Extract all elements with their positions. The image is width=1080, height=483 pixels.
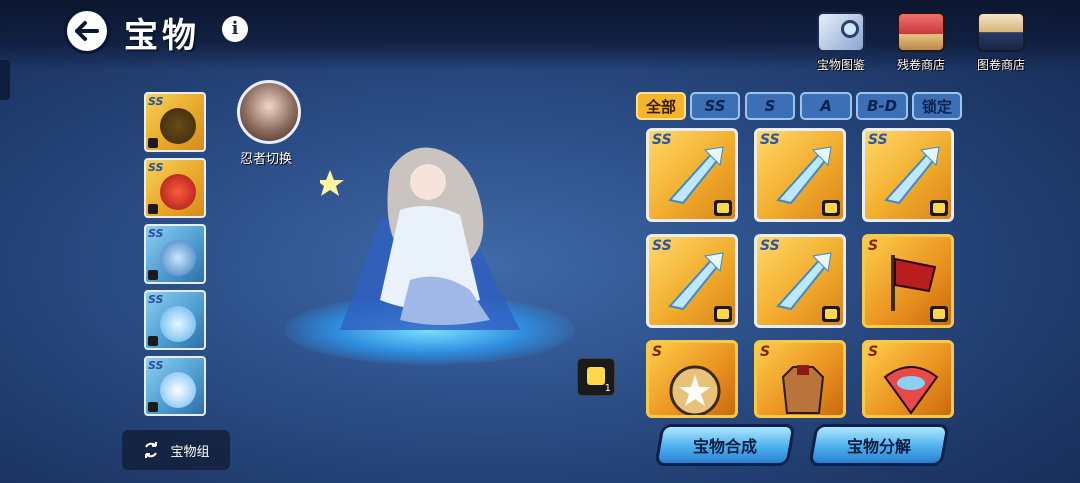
filter-tab-all[interactable]: 全部	[636, 92, 686, 120]
fish-fan-icon	[883, 366, 939, 415]
shop-stall-icon	[897, 12, 945, 52]
rank-tag: SS	[148, 227, 164, 240]
treasure-card[interactable]: SS	[646, 128, 738, 222]
arrow-left-icon	[75, 21, 99, 41]
shirt-icon	[714, 200, 732, 216]
treasure-card[interactable]: S	[862, 234, 954, 328]
treasure-codex-button[interactable]: 宝物图鉴	[806, 12, 876, 73]
treasure-card[interactable]: SS	[754, 234, 846, 328]
ice-trident-icon	[776, 252, 832, 311]
decompose-label: 宝物分解	[846, 437, 911, 456]
back-button[interactable]	[64, 8, 110, 54]
equipped-slot-4[interactable]: SS	[144, 290, 206, 350]
equipped-slot-2[interactable]: SS	[144, 158, 206, 218]
lock-icon	[148, 270, 158, 280]
synthesize-label: 宝物合成	[692, 437, 757, 456]
rank-tag: SS	[148, 293, 164, 306]
lock-icon	[148, 402, 158, 412]
shop-label: 残卷商店	[896, 58, 945, 72]
ice-trident-icon	[668, 146, 724, 205]
decompose-button[interactable]: 宝物分解	[808, 424, 950, 466]
ninja-avatar[interactable]	[237, 80, 301, 144]
gourd-treasure-icon	[160, 108, 196, 144]
treasure-card[interactable]: SS	[646, 234, 738, 328]
treasure-set-button[interactable]: 宝物组	[122, 430, 230, 470]
synthesize-button[interactable]: 宝物合成	[654, 424, 796, 466]
ice-trident-icon	[884, 146, 940, 205]
shirt-icon	[714, 306, 732, 322]
rank-tag: SS	[148, 95, 164, 108]
ice-trident-icon	[776, 146, 832, 205]
rank-tag: S	[760, 344, 771, 360]
shop-label: 图卷商店	[976, 58, 1025, 72]
equipped-slot-1[interactable]: SS	[144, 92, 206, 152]
equipped-slot-5[interactable]: SS	[144, 356, 206, 416]
red-mask-treasure-icon	[160, 174, 196, 210]
info-button[interactable]: i	[222, 16, 248, 42]
wing-treasure-icon	[160, 372, 196, 408]
treasure-card[interactable]: S	[862, 340, 954, 418]
shirt-icon	[587, 367, 605, 385]
shirt-icon	[822, 200, 840, 216]
fragment-shop-button[interactable]: 残卷商店	[886, 12, 956, 73]
rank-tag: S	[868, 238, 879, 254]
ninja-character-art	[320, 147, 520, 330]
treasure-card[interactable]: S	[646, 340, 738, 418]
filter-tab-locked[interactable]: 锁定	[912, 92, 962, 120]
filter-tab-ss[interactable]: SS	[690, 92, 740, 120]
treasure-set-label: 宝物组	[170, 444, 210, 460]
equipped-slot-3[interactable]: SS	[144, 224, 206, 284]
shirt-icon	[930, 200, 948, 216]
filter-tab-bd[interactable]: B-D	[856, 92, 908, 120]
swap-arrows-icon	[145, 442, 158, 458]
rank-tag: SS	[148, 359, 164, 372]
scroll-shop-button[interactable]: 图卷商店	[966, 12, 1036, 73]
treasure-card[interactable]: SS	[862, 128, 954, 222]
filter-tab-a[interactable]: A	[800, 92, 852, 120]
treasure-card[interactable]: S	[754, 340, 846, 418]
lock-icon	[148, 336, 158, 346]
shop-label: 宝物图鉴	[816, 58, 865, 72]
ice-trident-treasure-icon	[160, 306, 196, 342]
rank-tag: S	[652, 344, 663, 360]
costume-counter[interactable]: 1	[577, 358, 615, 396]
shirt-icon	[930, 306, 948, 322]
lock-icon	[148, 138, 158, 148]
side-handle[interactable]	[0, 60, 10, 100]
costume-count: 1	[604, 383, 611, 394]
ninja-switch-label[interactable]: 忍者切换	[240, 148, 292, 167]
rank-tag: S	[868, 344, 879, 360]
ice-trident-icon	[668, 252, 724, 311]
war-banner-icon	[891, 255, 937, 311]
treasure-card[interactable]: SS	[754, 128, 846, 222]
rank-tag: SS	[148, 161, 164, 174]
lock-icon	[148, 204, 158, 214]
book-magnifier-icon	[817, 12, 865, 52]
scroll-shop-icon	[977, 12, 1025, 52]
star-drum-icon	[669, 365, 721, 415]
blue-crown-treasure-icon	[160, 240, 196, 276]
page-title: 宝物	[124, 16, 200, 56]
shirt-icon	[822, 306, 840, 322]
filter-tab-s[interactable]: S	[745, 92, 795, 120]
armor-icon	[781, 365, 825, 414]
